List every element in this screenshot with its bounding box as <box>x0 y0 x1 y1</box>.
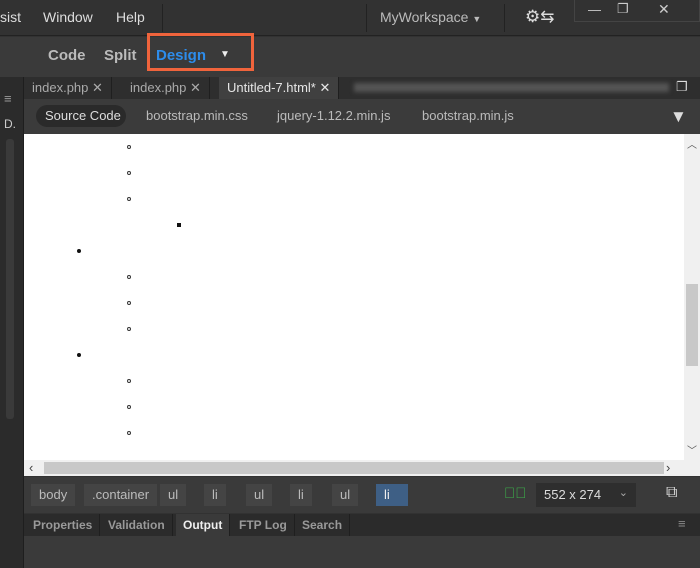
output-panel <box>24 536 700 568</box>
menu-window[interactable]: Window <box>43 9 93 25</box>
device-preview-icon[interactable]: ⧉ <box>666 484 677 502</box>
viewport-size-select[interactable]: 552 x 274 ⌄ <box>536 483 636 507</box>
sync-settings-icon[interactable]: ⚙⇆ <box>525 7 554 27</box>
list-bullet <box>127 405 131 409</box>
close-tab-icon[interactable]: ✕ <box>92 80 103 95</box>
tag-li[interactable]: li <box>290 484 312 506</box>
tab-validation[interactable]: Validation <box>101 514 173 536</box>
list-bullet <box>77 249 81 253</box>
list-bullet <box>127 197 131 201</box>
related-bootstrap-js[interactable]: bootstrap.min.js <box>422 108 514 123</box>
filter-icon[interactable]: ▼ <box>670 107 687 127</box>
tag-body[interactable]: body <box>31 484 76 506</box>
list-bullet <box>127 301 131 305</box>
scroll-up-icon[interactable]: ︿ <box>687 136 697 151</box>
panel-menu-icon[interactable]: ≡ <box>678 516 686 531</box>
code-view-button[interactable]: Code <box>48 47 86 64</box>
restore-icon[interactable]: ❐ <box>617 1 629 17</box>
list-bullet <box>77 353 81 357</box>
close-tab-icon[interactable]: ✕ <box>190 80 201 95</box>
restore-document-icon[interactable]: ❐ <box>676 79 688 95</box>
document-tabs: index.php ✕ index.php ✕ Untitled-7.html*… <box>24 77 700 99</box>
tab-label: index.php <box>32 80 89 95</box>
workspace-switcher[interactable]: MyWorkspace ▼ <box>380 9 481 25</box>
related-jquery-js[interactable]: jquery-1.12.2.min.js <box>277 108 390 123</box>
horizontal-scrollbar[interactable]: ‹ › <box>24 460 700 476</box>
scroll-down-icon[interactable]: ﹀ <box>687 442 697 457</box>
list-bullet <box>127 431 131 435</box>
scroll-right-icon[interactable]: › <box>666 460 670 475</box>
scroll-left-icon[interactable]: ‹ <box>29 460 33 475</box>
vertical-scroll-thumb[interactable] <box>686 284 698 366</box>
related-source-code[interactable]: Source Code <box>45 108 121 123</box>
tag-li-selected[interactable]: li <box>376 484 408 506</box>
design-view-canvas[interactable] <box>24 134 684 460</box>
validation-ok-icon[interactable]: ✓⃝ <box>504 485 527 502</box>
panel-tabs: Properties Validation Output FTP Log Sea… <box>24 514 700 536</box>
list-bullet <box>127 379 131 383</box>
tab-index-php-1[interactable]: index.php ✕ <box>24 77 112 99</box>
tag-ul[interactable]: ul <box>160 484 187 506</box>
list-bullet <box>127 171 131 175</box>
close-tab-icon[interactable]: ✕ <box>320 80 331 95</box>
viewport-size-value: 552 x 274 <box>544 487 602 502</box>
tag-ul[interactable]: ul <box>246 484 273 506</box>
tag-selector-bar: body .container ul li ul li ul li ✓⃝ 552… <box>24 477 700 513</box>
view-switcher-bar: Code Split Design ▼ <box>0 33 700 77</box>
vertical-scrollbar[interactable]: ︿ ﹀ <box>684 134 700 460</box>
split-view-button[interactable]: Split <box>104 47 137 64</box>
design-view-button[interactable]: Design <box>156 47 206 64</box>
tag-li[interactable]: li <box>204 484 226 506</box>
close-icon[interactable]: ✕ <box>658 1 670 18</box>
menu-bar: sist Window Help MyWorkspace ▼ ⚙⇆ — ❐ ✕ <box>0 0 700 36</box>
minimize-icon[interactable]: — <box>588 2 601 17</box>
tab-ftp-log[interactable]: FTP Log <box>232 514 295 536</box>
blurred-file-path <box>354 83 669 92</box>
horizontal-scroll-thumb[interactable] <box>44 462 664 474</box>
panel-menu-icon[interactable]: ≡ <box>4 91 12 106</box>
tag-container[interactable]: .container <box>84 484 158 506</box>
list-bullet <box>127 275 131 279</box>
tab-properties[interactable]: Properties <box>26 514 101 536</box>
related-files-bar: Source Code bootstrap.min.css jquery-1.1… <box>24 99 700 134</box>
left-panel-label: D. <box>4 117 16 131</box>
menu-help[interactable]: Help <box>116 9 145 25</box>
list-bullet <box>177 223 181 227</box>
left-panel: ≡ D. <box>0 77 24 568</box>
workspace-label: MyWorkspace <box>380 9 469 25</box>
tab-untitled-7[interactable]: Untitled-7.html* ✕ <box>219 77 340 99</box>
menu-assist[interactable]: sist <box>0 9 21 25</box>
tab-label: Untitled-7.html* <box>227 80 316 95</box>
chevron-down-icon: ⌄ <box>618 487 628 499</box>
list-bullet <box>127 145 131 149</box>
tag-ul[interactable]: ul <box>332 484 359 506</box>
list-bullet <box>127 327 131 331</box>
related-bootstrap-css[interactable]: bootstrap.min.css <box>146 108 248 123</box>
tab-index-php-2[interactable]: index.php ✕ <box>122 77 210 99</box>
tab-output[interactable]: Output <box>176 514 231 536</box>
caret-down-icon[interactable]: ▼ <box>220 49 230 60</box>
left-panel-scrollbar[interactable] <box>6 139 14 419</box>
tab-search[interactable]: Search <box>295 514 351 536</box>
tab-label: index.php <box>130 80 187 95</box>
chevron-down-icon: ▼ <box>472 14 482 24</box>
